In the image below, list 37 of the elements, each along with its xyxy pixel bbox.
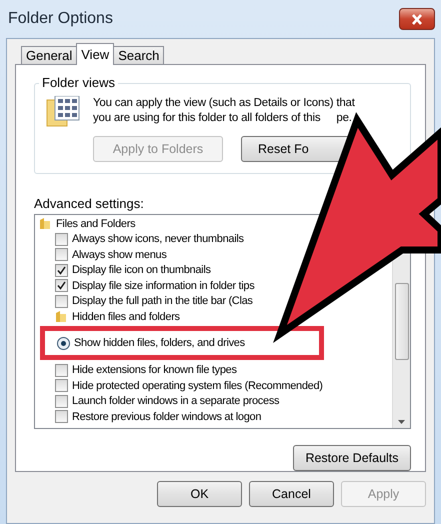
restore-defaults-button[interactable]: Restore Defaults bbox=[293, 445, 411, 471]
option-label: Hidden files and folders bbox=[72, 310, 180, 323]
folder-icon bbox=[39, 217, 52, 230]
option-label: Display file size information in folder tips bbox=[72, 280, 254, 292]
option-label: Always show menus bbox=[72, 248, 167, 261]
option-label: Show hidden files, folders, and drives bbox=[74, 337, 245, 350]
option-label: Display file icon on thumbnails bbox=[72, 264, 211, 276]
option-label: Launch folder windows in a separate process bbox=[72, 395, 280, 408]
checkbox[interactable] bbox=[55, 248, 68, 262]
close-icon bbox=[411, 14, 423, 24]
scroll-down-icon[interactable] bbox=[398, 420, 405, 424]
dialog-button[interactable]: Cancel bbox=[249, 481, 334, 507]
option-label: Display the full path in the title bar (Clas bbox=[72, 295, 253, 308]
checkbox[interactable] bbox=[55, 379, 68, 392]
option-label: Hide extensions for known file types bbox=[72, 364, 237, 376]
option-label: Files and Folders bbox=[56, 218, 136, 230]
tab[interactable]: General bbox=[21, 46, 78, 65]
tab[interactable]: Search bbox=[113, 46, 164, 65]
dialog-button[interactable]: OK bbox=[157, 481, 242, 507]
option-label: Restore previous folder windows at logon bbox=[72, 410, 262, 423]
group-title: Folder views bbox=[39, 75, 118, 90]
tab[interactable]: View bbox=[76, 43, 114, 65]
checkbox[interactable] bbox=[55, 264, 68, 277]
checkbox[interactable] bbox=[55, 364, 68, 377]
checkbox[interactable] bbox=[55, 294, 68, 308]
checkbox[interactable] bbox=[55, 394, 68, 408]
folder-icon bbox=[55, 310, 68, 324]
section-label: Advanced settings: bbox=[34, 196, 145, 211]
option-label: Hide protected operating system files (Recommended) bbox=[72, 380, 323, 392]
radio-button[interactable] bbox=[57, 336, 70, 350]
checkbox[interactable] bbox=[55, 279, 68, 292]
window-title: Folder Options bbox=[8, 10, 113, 28]
description-text: You can apply the view (such as Details or Icons) that you are using for this folder to all folders of this pe. bbox=[93, 96, 356, 126]
option-label: Always show icons, never thumbnails bbox=[72, 233, 244, 246]
close-button[interactable] bbox=[399, 8, 435, 30]
checkbox[interactable] bbox=[55, 232, 68, 246]
checkbox[interactable] bbox=[55, 410, 68, 424]
